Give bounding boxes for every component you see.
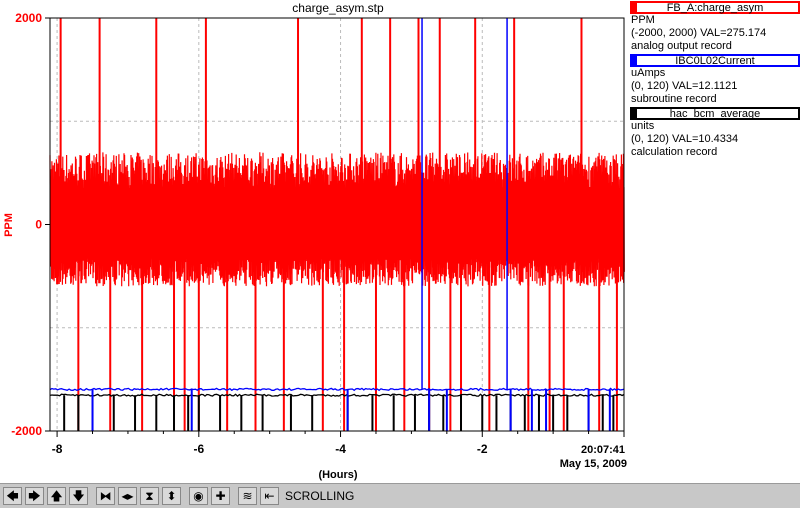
- pan-up-button[interactable]: 🡅: [47, 487, 66, 505]
- zoom-out-y-icon: ⬍: [166, 489, 177, 503]
- chart-title: charge_asym.stp: [292, 1, 384, 15]
- y-tick-label: -2000: [11, 424, 42, 438]
- default-scale-button[interactable]: ≋: [238, 487, 257, 505]
- zoom-in-y-icon: ⧗: [145, 489, 154, 503]
- strip-chart-plot[interactable]: charge_asym.stp PPM (Hours) 20:07:41 May…: [0, 0, 630, 483]
- pan-right-button[interactable]: 🡆: [25, 487, 44, 505]
- legend-record-type: calculation record: [631, 146, 718, 158]
- x-axis-label: (Hours): [318, 469, 357, 481]
- legend-series-name: hac_bcm_average: [669, 108, 761, 120]
- legend-range-value: (0, 120) VAL=10.4334: [631, 133, 739, 145]
- legend-entry-hac-bcm-average[interactable]: hac_bcm_average units (0, 120) VAL=10.43…: [630, 107, 800, 159]
- series-line-hac-bcm-average: [49, 393, 625, 397]
- legend-header[interactable]: hac_bcm_average: [630, 107, 800, 120]
- target-icon: ◉: [193, 489, 204, 503]
- legend-units: PPM: [631, 14, 655, 26]
- legend-color-swatch: [632, 3, 637, 12]
- series-line-charge-asym: [49, 152, 625, 287]
- center-button[interactable]: ✚: [211, 487, 230, 505]
- zoom-out-y-button[interactable]: ⬍: [162, 487, 181, 505]
- legend-entry-ibc0l02current[interactable]: IBC0L02Current uAmps (0, 120) VAL=12.112…: [630, 54, 800, 106]
- zoom-out-x-button[interactable]: ◂▸: [118, 487, 137, 505]
- zoom-in-x-icon: ⧓: [99, 489, 112, 503]
- legend-header[interactable]: FB_A:charge_asym: [630, 1, 800, 14]
- zoom-in-y-button[interactable]: ⧗: [140, 487, 159, 505]
- legend-series-name: FB_A:charge_asym: [666, 2, 764, 14]
- arrow-down-icon: 🡇: [72, 489, 85, 503]
- autoscale-button[interactable]: ◉: [189, 487, 208, 505]
- series-line-ibc0l02current: [49, 387, 625, 392]
- waveform-icon: ≋: [242, 489, 253, 503]
- legend-series-name: IBC0L02Current: [675, 55, 755, 67]
- y-tick-label: 0: [35, 218, 42, 232]
- legend-range-value: (0, 120) VAL=12.1121: [631, 80, 738, 92]
- arrow-left-icon: 🡄: [6, 489, 19, 503]
- legend-header[interactable]: IBC0L02Current: [630, 54, 800, 67]
- zoom-out-x-icon: ◂▸: [121, 489, 134, 503]
- pan-down-button[interactable]: 🡇: [69, 487, 88, 505]
- scroll-mode-button[interactable]: ⇤: [260, 487, 279, 505]
- toolbar: 🡄 🡆 🡅 🡇 ⧓ ◂▸ ⧗ ⬍ ◉ ✚ ≋ ⇤ SCROLLING: [0, 483, 800, 508]
- legend-color-swatch: [632, 109, 637, 118]
- x-tick-label: -6: [193, 442, 204, 456]
- legend-panel: FB_A:charge_asym PPM (-2000, 2000) VAL=2…: [630, 0, 800, 159]
- y-tick-label: 2000: [15, 11, 42, 25]
- end-date-label: May 15, 2009: [560, 458, 627, 470]
- zoom-in-x-button[interactable]: ⧓: [96, 487, 115, 505]
- legend-units: units: [631, 120, 655, 132]
- y-axis-label: PPM: [3, 213, 15, 237]
- legend-record-type: analog output record: [631, 40, 732, 52]
- legend-range-value: (-2000, 2000) VAL=275.174: [631, 27, 767, 39]
- legend-color-swatch: [632, 56, 637, 65]
- crosshair-icon: ✚: [215, 489, 226, 503]
- x-tick-label: -4: [335, 442, 346, 456]
- end-time-label: 20:07:41: [581, 444, 625, 456]
- legend-record-type: subroutine record: [631, 93, 717, 105]
- mode-label: SCROLLING: [285, 489, 355, 503]
- x-tick-label: -2: [477, 442, 488, 456]
- x-tick-label: -8: [52, 442, 63, 456]
- legend-entry-charge-asym[interactable]: FB_A:charge_asym PPM (-2000, 2000) VAL=2…: [630, 1, 800, 53]
- scroll-back-icon: ⇤: [264, 489, 275, 503]
- arrow-up-icon: 🡅: [50, 489, 63, 503]
- arrow-right-icon: 🡆: [28, 489, 41, 503]
- pan-left-button[interactable]: 🡄: [3, 487, 22, 505]
- legend-units: uAmps: [631, 67, 666, 79]
